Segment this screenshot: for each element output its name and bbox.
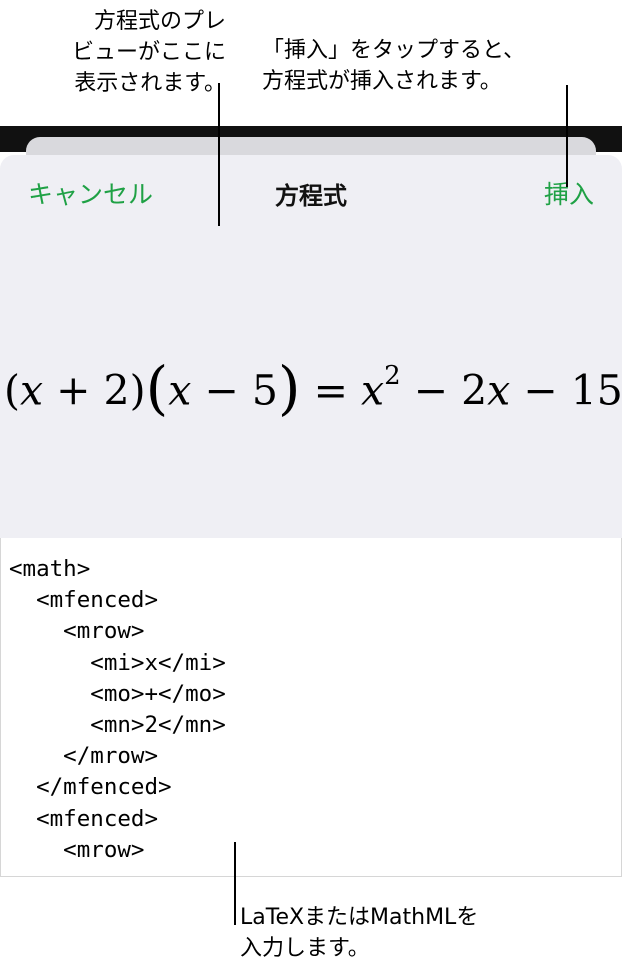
paren-open-large: (	[145, 353, 169, 422]
callout-preview-line	[218, 83, 220, 226]
coefficient-2: 2	[461, 366, 488, 415]
var-x: x	[168, 366, 192, 415]
number-15: 15	[570, 366, 622, 415]
equation-code-editor[interactable]: <math> <mfenced> <mrow> <mi>x</mi> <mo>+…	[0, 538, 622, 877]
plus-operator: +	[43, 366, 104, 415]
exponent-2: 2	[384, 361, 401, 391]
callout-input-line	[234, 842, 236, 925]
paren-open: (	[4, 366, 20, 415]
insert-button[interactable]: 挿入	[544, 175, 594, 211]
minus-operator: −	[400, 366, 462, 415]
var-x: x	[360, 366, 385, 415]
var-x: x	[487, 366, 511, 415]
mathml-code[interactable]: <math> <mfenced> <mrow> <mi>x</mi> <mo>+…	[1, 538, 621, 866]
equals-sign: =	[300, 366, 361, 415]
callout-insert-line	[566, 85, 568, 187]
minus-operator: −	[191, 366, 252, 415]
paren-close-large: )	[277, 353, 301, 422]
callout-insert-text: 「挿入」をタップすると、 方程式が挿入されます。	[262, 38, 526, 94]
paren-close: )	[129, 366, 146, 415]
minus-operator: −	[510, 366, 571, 415]
equation-preview: (x + 2)(x − 5) = x2 − 2x − 15	[4, 352, 622, 422]
number-5: 5	[251, 366, 278, 415]
number-2: 2	[103, 366, 130, 415]
callout-preview-text: 方程式のプレ ビューがここに 表示されます。	[71, 9, 226, 96]
equation-sheet	[0, 155, 622, 538]
callout-input-text: LaTeXまたはMathMLを 入力します。	[240, 905, 479, 961]
var-x: x	[20, 366, 44, 415]
sheet-title: 方程式	[275, 182, 347, 210]
